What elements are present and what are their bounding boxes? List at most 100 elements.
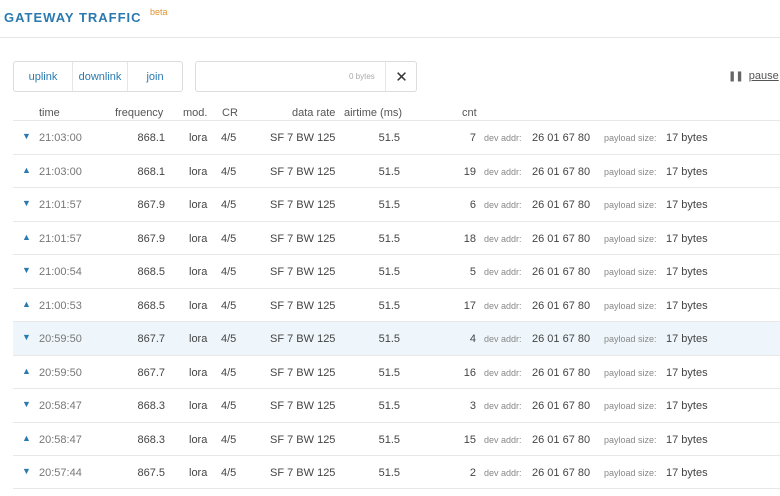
modulation-cell: lora: [189, 232, 208, 245]
traffic-row[interactable]: ▼ 20:58:47 868.3 lora 4/5 51.5 3 dev addr: 26 01…: [13, 388, 780, 422]
uplink-filter-button[interactable]: uplink: [14, 62, 72, 91]
downlink-arrow-icon[interactable]: ▼: [22, 198, 31, 208]
spreading-factor: SF 7: [270, 165, 294, 178]
traffic-row[interactable]: ▼ 20:59:50 867.7 lora 4/5 51.5 4 dev addr: 26 01…: [13, 321, 780, 355]
payload-size-value: 17 bytes: [666, 333, 708, 345]
column-header-count: cnt: [462, 107, 477, 119]
dev-addr-value: 26 01 67 80: [532, 266, 591, 278]
frequency-cell: 868.1: [137, 165, 165, 178]
modulation-cell: lora: [189, 333, 208, 345]
downlink-arrow-icon[interactable]: ▼: [22, 131, 31, 141]
column-header-frequency: frequency: [115, 107, 164, 119]
traffic-row[interactable]: ▲ 21:00:53 868.5 lora 4/5 51.5 17 dev addr: 26 0…: [13, 287, 780, 322]
count-cell: 3: [469, 400, 476, 412]
uplink-arrow-icon[interactable]: ▲: [22, 433, 31, 443]
frequency-cell: 867.9: [137, 232, 165, 245]
pause-label: pause: [748, 70, 779, 82]
spreading-factor: SF 7: [270, 467, 294, 479]
uplink-arrow-icon[interactable]: ▲: [22, 366, 31, 376]
frequency-cell: 867.9: [137, 199, 165, 211]
spreading-factor: SF 7: [270, 333, 294, 345]
airtime-cell: 51.5: [378, 266, 400, 278]
column-header-cr: CR: [222, 107, 238, 119]
clear-filter-button[interactable]: ✕: [385, 62, 417, 91]
frequency-cell: 868.5: [137, 266, 165, 278]
modulation-cell: lora: [189, 366, 208, 379]
payload-size-value: 17 bytes: [666, 165, 708, 178]
data-rate-cell: SF 7 BW 125: [270, 400, 335, 412]
bandwidth: BW 125: [296, 232, 336, 245]
traffic-row[interactable]: ▼ 21:01:57 867.9 lora 4/5 51.5 6 dev addr: 26 01…: [13, 187, 780, 221]
traffic-row[interactable]: ▼ 21:00:54 868.5 lora 4/5 51.5 5 dev addr: 26 01…: [13, 254, 780, 288]
dev-addr-label: dev addr:: [484, 434, 522, 445]
time-cell: 20:57:44: [39, 467, 82, 479]
traffic-row[interactable]: ▲ 20:58:47 868.3 lora 4/5 51.5 15 dev addr: 26 0…: [13, 421, 780, 456]
dev-addr-label: dev addr:: [484, 133, 522, 143]
payload-size-label: payload size:: [604, 434, 657, 445]
downlink-arrow-icon[interactable]: ▼: [22, 399, 31, 409]
dev-addr-label: dev addr:: [484, 200, 522, 210]
bandwidth: BW 125: [296, 366, 336, 379]
time-cell: 21:00:53: [39, 299, 82, 312]
frequency-cell: 867.5: [137, 467, 165, 479]
message-type-filter: uplink downlink join: [13, 61, 183, 92]
payload-size-label: payload size:: [604, 267, 657, 277]
bandwidth: BW 125: [296, 299, 336, 312]
traffic-row[interactable]: ▼ 21:03:00 868.1 lora 4/5 51.5 7 dev addr: 26 01…: [13, 120, 780, 154]
traffic-row[interactable]: ▼ 20:57:44 867.5 lora 4/5 51.5 2 dev addr: 26 01…: [13, 455, 780, 489]
payload-size-label: payload size:: [604, 367, 657, 378]
coding-rate-cell: 4/5: [221, 433, 237, 446]
spreading-factor: SF 7: [270, 299, 294, 312]
page-header: GATEWAY TRAFFIC beta: [0, 0, 780, 38]
payload-size-value: 17 bytes: [666, 299, 708, 312]
frequency-cell: 867.7: [137, 333, 165, 345]
downlink-arrow-icon[interactable]: ▼: [22, 265, 31, 275]
data-rate-cell: SF 7 BW 125: [270, 300, 335, 312]
time-cell: 20:58:47: [39, 400, 82, 412]
airtime-cell: 51.5: [378, 165, 400, 178]
bandwidth: BW 125: [296, 333, 336, 345]
downlink-arrow-icon[interactable]: ▼: [22, 332, 31, 342]
uplink-arrow-icon[interactable]: ▲: [22, 299, 31, 309]
downlink-filter-button[interactable]: downlink: [72, 62, 128, 91]
coding-rate-cell: 4/5: [221, 467, 237, 479]
payload-size-label: payload size:: [604, 233, 657, 244]
modulation-cell: lora: [189, 299, 208, 312]
traffic-row[interactable]: ▲ 20:59:50 867.7 lora 4/5 51.5 16 dev addr: 26 0…: [13, 354, 780, 389]
traffic-row[interactable]: ▲ 21:01:57 867.9 lora 4/5 51.5 18 dev addr: 26 0…: [13, 220, 780, 255]
frequency-cell: 867.7: [137, 366, 165, 379]
data-rate-cell: SF 7 BW 125: [270, 132, 335, 144]
coding-rate-cell: 4/5: [221, 366, 237, 379]
count-cell: 5: [469, 266, 476, 278]
downlink-arrow-icon[interactable]: ▼: [22, 466, 31, 476]
uplink-arrow-icon[interactable]: ▲: [22, 232, 31, 242]
airtime-cell: 51.5: [378, 232, 400, 245]
time-cell: 21:03:00: [39, 165, 82, 178]
dev-addr-value: 26 01 67 80: [532, 366, 591, 379]
time-cell: 21:01:57: [39, 232, 82, 245]
data-rate-cell: SF 7 BW 125: [270, 199, 335, 211]
time-cell: 20:58:47: [39, 433, 82, 446]
count-cell: 7: [469, 132, 476, 144]
uplink-arrow-icon[interactable]: ▲: [22, 165, 31, 175]
frequency-cell: 868.3: [137, 433, 165, 446]
data-rate-cell: SF 7 BW 125: [270, 333, 335, 345]
payload-size-value: 17 bytes: [666, 433, 708, 446]
count-cell: 18: [463, 232, 476, 245]
time-cell: 20:59:50: [39, 366, 82, 379]
airtime-cell: 51.5: [378, 400, 400, 412]
airtime-cell: 51.5: [378, 333, 400, 345]
pause-button[interactable]: ❚❚ pause: [728, 70, 779, 82]
data-rate-cell: SF 7 BW 125: [270, 166, 335, 178]
dev-addr-value: 26 01 67 80: [532, 467, 591, 479]
payload-size-label: payload size:: [604, 300, 657, 311]
airtime-cell: 51.5: [378, 366, 400, 379]
modulation-cell: lora: [189, 165, 208, 178]
traffic-row[interactable]: ▲ 21:03:00 868.1 lora 4/5 51.5 19 dev addr: 26 0…: [13, 153, 780, 188]
count-cell: 4: [469, 333, 476, 345]
payload-filter-box: 0 bytes ✕: [195, 61, 417, 92]
coding-rate-cell: 4/5: [221, 266, 237, 278]
join-filter-button[interactable]: join: [128, 62, 182, 91]
dev-addr-value: 26 01 67 80: [532, 400, 591, 412]
payload-size-value: 17 bytes: [666, 266, 708, 278]
